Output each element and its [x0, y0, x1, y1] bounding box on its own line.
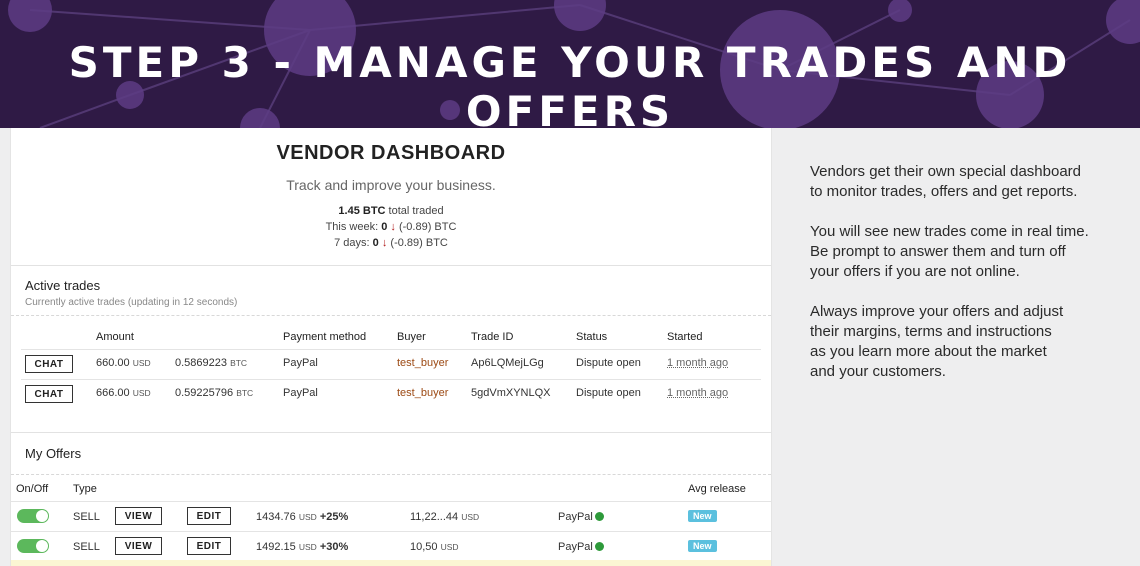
chat-button[interactable]: CHAT	[25, 355, 73, 373]
trade-status: Dispute open	[576, 387, 641, 399]
offer-price-value: 1492.15	[256, 541, 296, 553]
banner-title: STEP 3 - MANAGE YOUR TRADES AND OFFERS	[68, 38, 1072, 128]
side-description: Vendors get their own special dashboard …	[810, 162, 1110, 402]
trade-payment-method: PayPal	[283, 387, 318, 399]
col-header-type: Type	[73, 483, 97, 495]
trade-started: 1 month ago	[667, 357, 729, 369]
trade-amount-value: 660.00	[96, 357, 130, 369]
total-traded-value: 1.45 BTC	[338, 205, 386, 217]
col-header-on-off: On/Off	[16, 483, 49, 495]
trade-btc-value: 0.59225796	[175, 387, 234, 399]
side-paragraph-1: Vendors get their own special dashboard …	[810, 163, 1082, 200]
dashboard-title: VENDOR DASHBOARD	[276, 142, 506, 164]
edit-offer-button[interactable]: EDIT	[187, 507, 231, 525]
hero-banner: STEP 3 - MANAGE YOUR TRADES AND OFFERS	[0, 0, 1140, 128]
offer-price: 1492.15 USD +30%	[256, 541, 348, 553]
side-paragraph-2: You will see new trades come in real tim…	[810, 223, 1089, 280]
dashboard-subtitle: Track and improve your business.	[286, 177, 496, 193]
buyer-link[interactable]: test_buyer	[397, 387, 448, 399]
offer-price: 1434.76 USD +25%	[256, 511, 348, 523]
highlight-strip	[11, 560, 771, 566]
view-offer-button[interactable]: VIEW	[115, 507, 162, 525]
trade-amount: 660.00 USD	[96, 357, 151, 369]
offer-limits-unit: USD	[461, 512, 480, 522]
trade-btc: 0.59225796 BTC	[175, 387, 253, 399]
new-badge: New	[688, 510, 717, 522]
view-offer-button[interactable]: VIEW	[115, 537, 162, 555]
seven-days-value: 0	[372, 237, 379, 249]
online-status-icon	[594, 542, 604, 551]
col-header-buyer: Buyer	[397, 331, 426, 343]
this-week-value: 0	[381, 221, 388, 233]
section-divider	[11, 474, 771, 475]
trade-amount-value: 666.00	[96, 387, 130, 399]
offer-price-unit: USD	[298, 512, 317, 522]
active-trades-note: Currently active trades (updating in 12 …	[25, 297, 238, 308]
section-divider	[11, 315, 771, 316]
offer-margin: +25%	[319, 511, 349, 523]
offer-limits: 10,50 USD	[410, 541, 459, 553]
trade-amount-unit: USD	[132, 358, 151, 368]
offer-limits: 11,22...44 USD	[410, 511, 479, 523]
offer-toggle[interactable]	[17, 539, 49, 553]
buyer-link[interactable]: test_buyer	[397, 357, 448, 369]
trade-amount: 666.00 USD	[96, 387, 151, 399]
edit-offer-button[interactable]: EDIT	[187, 537, 231, 555]
new-badge: New	[688, 540, 717, 552]
trade-btc: 0.5869223 BTC	[175, 357, 247, 369]
offer-payment-label: PayPal	[558, 511, 593, 523]
table-divider	[21, 349, 761, 350]
offer-type: SELL	[73, 511, 100, 523]
offer-price-value: 1434.76	[256, 511, 296, 523]
chat-button[interactable]: CHAT	[25, 385, 73, 403]
offer-payment-label: PayPal	[558, 541, 593, 553]
seven-days-stat: 7 days: 0 ↓ (-0.89) BTC	[11, 237, 771, 249]
trade-btc-value: 0.5869223	[175, 357, 227, 369]
total-traded-stat: 1.45 BTC total traded	[11, 205, 771, 217]
offer-price-unit: USD	[298, 542, 317, 552]
offer-toggle[interactable]	[17, 509, 49, 523]
offer-payment-method: PayPal	[558, 511, 604, 523]
toggle-knob	[36, 540, 48, 552]
online-status-icon	[594, 512, 604, 521]
trade-btc-unit: BTC	[230, 358, 248, 368]
table-divider	[21, 379, 761, 380]
toggle-knob	[36, 510, 48, 522]
offer-limits-unit: USD	[440, 542, 459, 552]
table-divider	[11, 531, 771, 532]
offer-limits-value: 10,50	[410, 541, 438, 553]
trade-started: 1 month ago	[667, 387, 729, 399]
arrow-down-icon: ↓	[381, 237, 388, 249]
total-traded-label: total traded	[388, 205, 444, 217]
offer-limits-value: 11,22...44	[410, 511, 459, 523]
section-divider	[11, 432, 771, 433]
trade-btc-unit: BTC	[236, 388, 254, 398]
side-paragraph-3: Always improve your offers and adjust th…	[810, 303, 1064, 380]
this-week-stat: This week: 0 ↓ (-0.89) BTC	[11, 221, 771, 233]
col-header-amount: Amount	[96, 331, 134, 343]
trade-payment-method: PayPal	[283, 357, 318, 369]
vendor-dashboard-panel: VENDOR DASHBOARD Track and improve your …	[10, 128, 772, 566]
offer-margin: +30%	[319, 541, 349, 553]
table-divider	[11, 501, 771, 502]
this-week-label: This week:	[325, 221, 379, 233]
active-trades-title: Active trades	[25, 278, 101, 293]
my-offers-title: My Offers	[25, 446, 82, 461]
seven-days-label: 7 days:	[334, 237, 370, 249]
arrow-down-icon: ↓	[390, 221, 396, 233]
col-header-started: Started	[667, 331, 703, 343]
this-week-change: (-0.89) BTC	[398, 221, 457, 233]
trade-id[interactable]: 5gdVmXYNLQX	[471, 387, 550, 399]
offer-type: SELL	[73, 541, 100, 553]
col-header-status: Status	[576, 331, 608, 343]
offer-payment-method: PayPal	[558, 541, 604, 553]
section-divider	[11, 265, 771, 266]
col-header-avg-release: Avg release	[688, 483, 746, 495]
col-header-payment-method: Payment method	[283, 331, 367, 343]
trade-id[interactable]: Ap6LQMejLGg	[471, 357, 544, 369]
trade-amount-unit: USD	[132, 388, 151, 398]
col-header-trade-id: Trade ID	[471, 331, 514, 343]
seven-days-change: (-0.89) BTC	[390, 237, 448, 249]
trade-status: Dispute open	[576, 357, 641, 369]
